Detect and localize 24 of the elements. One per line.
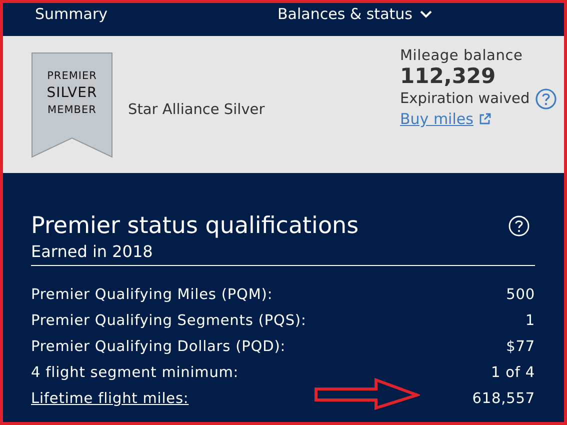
row-label: Premier Qualifying Segments (PQS):	[31, 313, 306, 329]
external-link-icon	[479, 113, 492, 125]
badge-text: SILVER	[46, 85, 98, 101]
row-value: $77	[506, 339, 535, 355]
row-value: 500	[506, 287, 535, 303]
row-value: 618,557	[472, 391, 535, 407]
chevron-down-icon	[420, 10, 432, 18]
row-value: 1 of 4	[490, 365, 535, 381]
section-subtitle: Earned in 2018	[31, 242, 535, 266]
row-label: Premier Qualifying Miles (PQM):	[31, 287, 273, 303]
status-label: Star Alliance Silver	[128, 102, 266, 118]
mileage-value: 112,329	[400, 64, 497, 88]
expiration-note: Expiration waived	[400, 91, 530, 107]
summary-tab[interactable]: Summary	[35, 5, 108, 23]
section-dropdown[interactable]: Balances & status	[278, 5, 432, 23]
lifetime-miles-link[interactable]: Lifetime flight miles:	[31, 391, 189, 407]
row-label: Premier Qualifying Dollars (PQD):	[31, 339, 286, 355]
row-label: 4 flight segment minimum:	[31, 365, 239, 381]
section-title: Premier status qualifications	[31, 213, 359, 239]
row-value: 1	[525, 313, 535, 329]
badge-text: PREMIER	[47, 70, 97, 82]
ribbon-badge-icon	[31, 52, 113, 158]
mileage-label: Mileage balance	[400, 48, 524, 64]
badge-text: MEMBER	[48, 104, 96, 116]
